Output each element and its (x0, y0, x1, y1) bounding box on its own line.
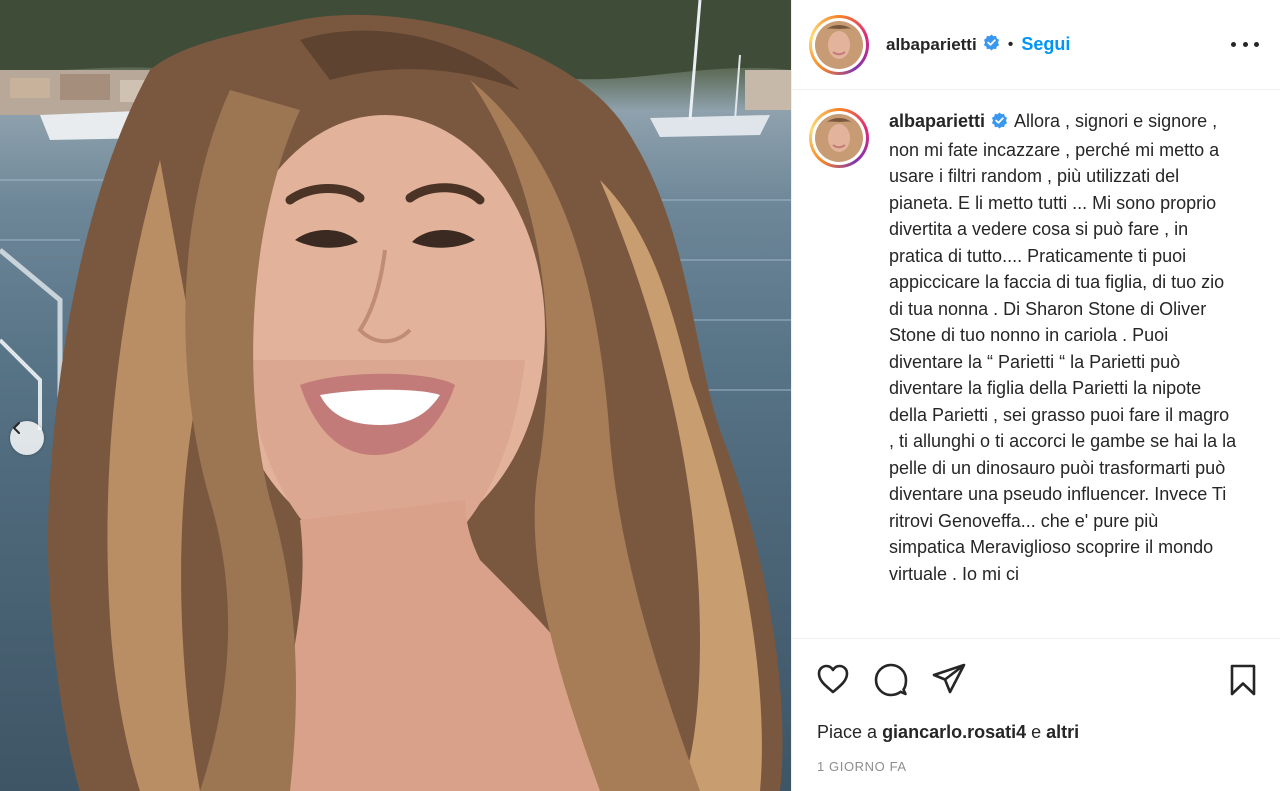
caption-row: albaparietti Allora , signori e signore ,… (809, 108, 1280, 587)
paper-plane-icon[interactable] (932, 663, 966, 700)
likes-prefix: Piace a (817, 722, 878, 742)
post-image (0, 0, 791, 791)
likes-summary: Piace a giancarlo.rosati4 e altri (817, 722, 1079, 743)
follow-button[interactable]: Segui (1021, 34, 1070, 55)
post-timestamp[interactable]: 1 GIORNO FA (817, 759, 907, 774)
chevron-left-icon (13, 422, 20, 434)
header-username[interactable]: albaparietti (886, 35, 977, 55)
carousel-prev-button[interactable] (10, 421, 44, 455)
caption-username[interactable]: albaparietti (889, 111, 985, 131)
post-photo[interactable] (0, 0, 791, 791)
verified-badge-icon (983, 34, 1000, 56)
likes-others-link[interactable]: altri (1046, 722, 1079, 742)
post-actions: Piace a giancarlo.rosati4 e altri 1 GIOR… (792, 638, 1280, 791)
caption-avatar[interactable] (809, 108, 869, 168)
likes-connector: e (1031, 722, 1042, 742)
more-options-icon[interactable] (1231, 32, 1259, 56)
header-separator: • (1007, 35, 1014, 53)
heart-icon[interactable] (816, 663, 850, 700)
caption-text: albaparietti Allora , signori e signore ,… (889, 108, 1239, 587)
verified-badge-icon (991, 110, 1008, 137)
caption-body: Allora , signori e signore , non mi fate… (889, 111, 1237, 584)
avatar[interactable] (809, 14, 869, 75)
post-header: albaparietti • Segui (792, 0, 1280, 90)
comments-area[interactable]: albaparietti Allora , signori e signore ,… (792, 91, 1280, 638)
bookmark-icon[interactable] (1229, 664, 1257, 701)
likes-user-link[interactable]: giancarlo.rosati4 (882, 722, 1026, 742)
post-side-panel: albaparietti • Segui albaparietti Allora… (791, 0, 1280, 791)
comment-icon[interactable] (874, 663, 908, 702)
